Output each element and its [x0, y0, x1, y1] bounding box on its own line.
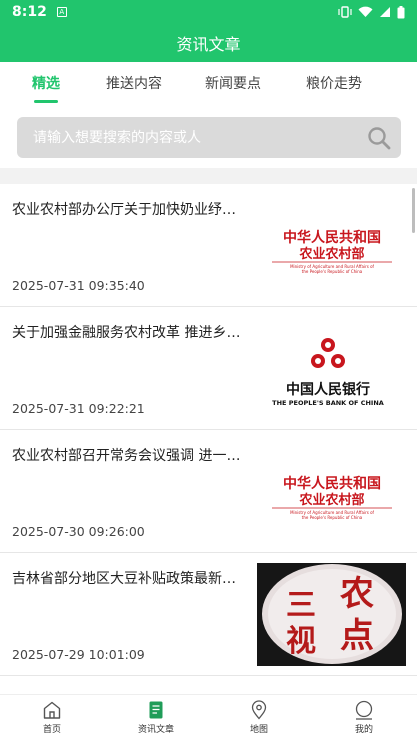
nav-map[interactable]: 地图: [219, 695, 299, 741]
vibrate-icon: [338, 6, 352, 18]
page-title: 资讯文章: [176, 35, 241, 54]
moa-logo-line4: the People's Republic of China: [302, 269, 363, 274]
moa-logo-line2: 农业农村部: [298, 246, 364, 262]
tab-grain-price-trend[interactable]: 粮价走势: [299, 62, 369, 106]
moa-logo-line1: 中华人民共和国: [283, 229, 381, 246]
nav-profile[interactable]: 我的: [324, 695, 404, 741]
article-item[interactable]: 农业农村部办公厅关于加快奶业纾… 2025-07-31 09:35:40 中华人…: [0, 184, 417, 307]
nav-map-label: 地图: [249, 725, 268, 735]
article-date: 2025-07-30 09:26:00: [12, 524, 145, 539]
article-title: 吉林省部分地区大豆补贴政策最新…: [12, 571, 236, 587]
home-icon: [43, 701, 61, 719]
search-input[interactable]: [33, 117, 363, 158]
seal-image: 农 三 点 视: [257, 563, 406, 666]
profile-icon: [355, 700, 373, 720]
article-date: 2025-07-29 10:01:09: [12, 647, 145, 662]
article-thumbnail: 农 三 点 视: [257, 563, 406, 666]
tab-push-content[interactable]: 推送内容: [99, 62, 169, 106]
nav-home-label: 首页: [42, 725, 61, 735]
moa-logo-line1: 中华人民共和国: [283, 475, 381, 492]
moa-logo-line2: 农业农村部: [298, 492, 364, 508]
nav-articles[interactable]: 资讯文章: [116, 695, 196, 741]
article-thumbnail: 中国人民银行 THE PEOPLE'S BANK OF CHINA: [257, 317, 406, 420]
search-area: [0, 106, 417, 168]
article-item[interactable]: 关于加强金融服务农村改革 推进乡… 2025-07-31 09:22:21 中国…: [0, 307, 417, 430]
article-icon: [149, 701, 163, 719]
article-thumbnail: 中华人民共和国 农业农村部 Ministry of Agriculture an…: [257, 440, 406, 543]
moa-logo-line4: the People's Republic of China: [302, 515, 363, 520]
seal-char-1: 农: [340, 574, 374, 614]
moa-logo-image: 中华人民共和国 农业农村部 Ministry of Agriculture an…: [272, 229, 392, 274]
article-item[interactable]: 吉林省部分地区大豆补贴政策最新… 2025-07-29 10:01:09 农 三…: [0, 553, 417, 676]
article-title: 关于加强金融服务农村改革 推进乡…: [12, 325, 241, 341]
pboc-logo-line2: THE PEOPLE'S BANK OF CHINA: [272, 399, 384, 407]
battery-icon: [397, 5, 405, 18]
map-pin-icon: [251, 700, 267, 720]
scrollbar[interactable]: [412, 188, 415, 233]
search-box: [17, 117, 401, 158]
nav-profile-label: 我的: [354, 725, 373, 735]
seal-char-4: 视: [286, 624, 316, 659]
tab-active-indicator: [34, 100, 58, 103]
seal-char-2: 三: [286, 588, 316, 623]
tab-news-highlights[interactable]: 新闻要点: [198, 62, 268, 106]
article-list: 农业农村部办公厅关于加快奶业纾… 2025-07-31 09:35:40 中华人…: [0, 184, 417, 694]
article-title: 农业农村部召开常务会议强调 进一…: [12, 448, 241, 464]
pboc-emblem-icon: [311, 338, 345, 368]
article-thumbnail: 中华人民共和国 农业农村部 Ministry of Agriculture an…: [257, 194, 406, 297]
bottom-nav: 首页 资讯文章 地图 我的: [0, 694, 417, 741]
wifi-icon: [358, 6, 373, 18]
status-bar: 8:12 A: [0, 0, 417, 24]
article-date: 2025-07-31 09:35:40: [12, 278, 145, 293]
status-time: 8:12: [12, 4, 47, 20]
nav-articles-label: 资讯文章: [137, 725, 174, 735]
nav-home[interactable]: 首页: [12, 695, 92, 741]
pboc-logo-image: 中国人民银行 THE PEOPLE'S BANK OF CHINA: [272, 338, 384, 407]
tab-bar: 精选 推送内容 新闻要点 粮价走势: [0, 62, 417, 106]
pboc-logo-line1: 中国人民银行: [286, 381, 370, 398]
seal-char-3: 点: [340, 616, 374, 656]
article-title: 农业农村部办公厅关于加快奶业纾…: [12, 202, 236, 218]
article-item[interactable]: 农业农村部召开常务会议强调 进一… 2025-07-30 09:26:00 中华…: [0, 430, 417, 553]
signal-icon: [380, 7, 390, 17]
article-date: 2025-07-31 09:22:21: [12, 401, 145, 416]
notification-icon: A: [56, 7, 67, 17]
app-header: 8:12 A 资讯文章: [0, 0, 417, 62]
moa-logo-image: 中华人民共和国 农业农村部 Ministry of Agriculture an…: [272, 475, 392, 520]
search-icon[interactable]: [367, 126, 391, 150]
